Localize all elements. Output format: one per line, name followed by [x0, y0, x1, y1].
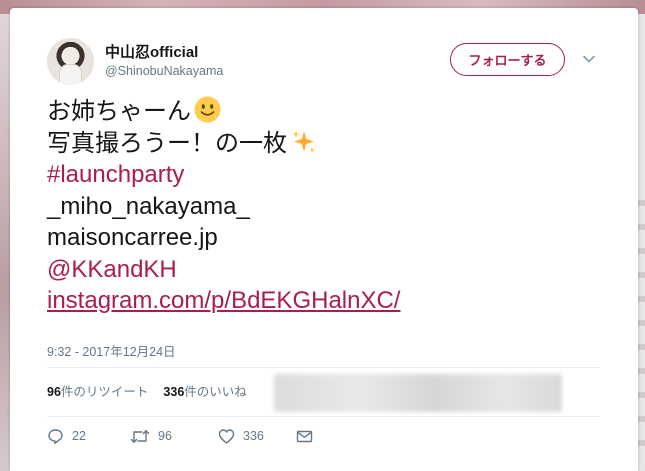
retweet-count: 96 — [158, 429, 172, 443]
divider — [47, 367, 600, 368]
screen-name[interactable]: @ShinobuNakayama — [105, 64, 223, 78]
tweet-timestamp[interactable]: 9:32 - 2017年12月24日 — [47, 341, 176, 360]
heart-icon — [218, 428, 235, 444]
plain-link-text: maisoncarree.jp — [47, 224, 218, 251]
avatar-figure — [60, 65, 81, 85]
mention-user-text: _miho_nakayama_ — [47, 192, 250, 220]
tweet-card: 中山忍official @ShinobuNakayama フォローする お姉ちゃ… — [10, 8, 638, 471]
like-count: 336 — [243, 429, 264, 443]
url-link[interactable]: instagram.com/p/BdEKGHalnXC/ — [47, 285, 607, 317]
chevron-down-icon[interactable] — [582, 52, 596, 66]
envelope-icon — [296, 430, 313, 442]
background-page-left — [0, 14, 10, 471]
reply-icon — [48, 428, 63, 444]
like-stat-count: 336 — [163, 385, 185, 399]
tweet-text: お姉ちゃーん 写真撮ろうー！の一枚 #launchparty _miho_nak… — [47, 96, 607, 317]
mention-link[interactable]: @KKandKH — [47, 254, 607, 286]
divider — [47, 416, 600, 417]
engagement-stats: 96件のリツイート 336件のいいね — [47, 381, 247, 400]
reply-count: 22 — [72, 429, 86, 443]
display-name[interactable]: 中山忍official — [105, 41, 198, 62]
like-button[interactable]: 336 — [218, 428, 296, 445]
retweet-icon — [130, 429, 150, 443]
reply-button[interactable]: 22 — [47, 428, 130, 445]
tweet-line: お姉ちゃーん — [47, 96, 607, 128]
retweet-button[interactable]: 96 — [130, 428, 218, 445]
tweet-text-line-1: お姉ちゃーん — [47, 98, 191, 125]
smiling-face-emoji-icon — [194, 96, 221, 123]
follow-button[interactable]: フォローする — [450, 43, 565, 76]
tweet-line: 写真撮ろうー！の一枚 — [47, 128, 607, 160]
retweet-stat-label: 件のリツイート — [60, 385, 149, 399]
liker-avatars-blurred[interactable] — [274, 374, 562, 412]
like-stat-label: 件のいいね — [184, 385, 247, 399]
background-sidebar-text — [637, 200, 645, 460]
avatar[interactable] — [47, 38, 94, 85]
retweet-stat[interactable]: 96件のリツイート — [47, 381, 148, 400]
sparkles-emoji-icon — [292, 129, 315, 153]
hashtag-link[interactable]: #launchparty — [47, 159, 607, 191]
tweet-actions: 22 96 336 — [47, 426, 313, 446]
like-stat[interactable]: 336件のいいね — [163, 381, 246, 400]
direct-message-button[interactable] — [296, 429, 313, 444]
retweet-stat-count: 96 — [47, 385, 61, 399]
tweet-text-line-2: 写真撮ろうー！の一枚 — [47, 129, 287, 157]
